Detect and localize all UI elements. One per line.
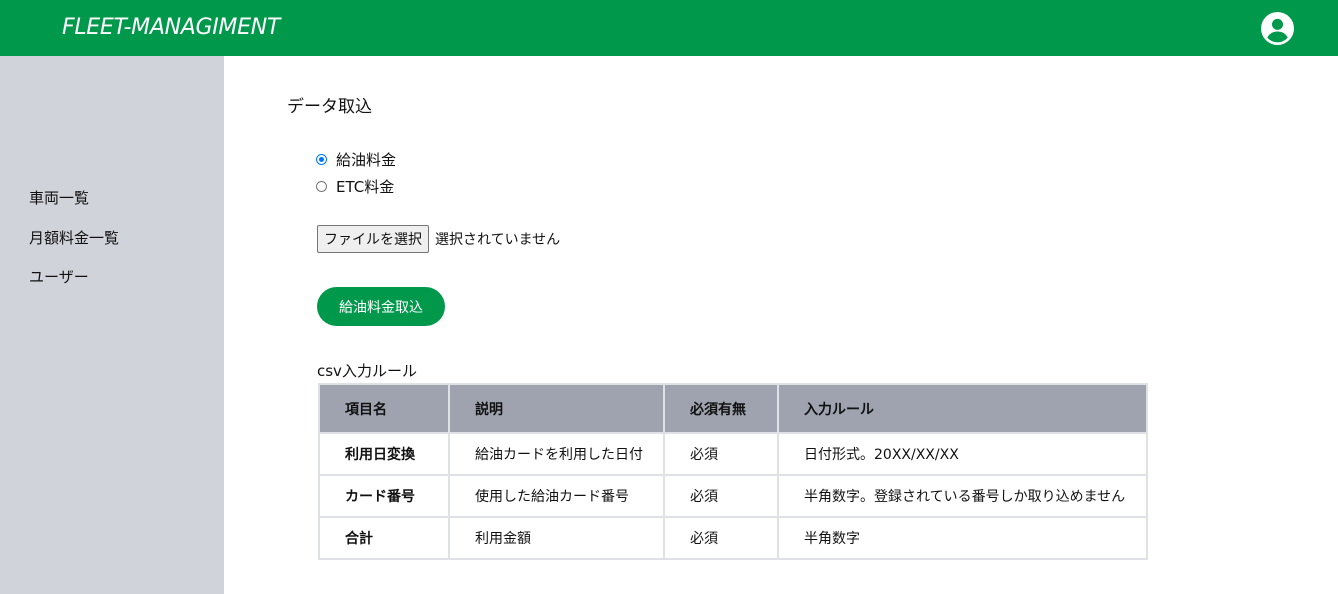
radio-fuel-fee-option[interactable]: 給油料金 xyxy=(316,149,396,169)
account-circle-icon[interactable] xyxy=(1261,12,1294,45)
table-caption: csv入力ルール xyxy=(317,362,417,380)
table-row: 合計 利用金額 必須 半角数字 xyxy=(318,516,1148,560)
radio-fuel-fee-label[interactable]: 給油料金 xyxy=(336,149,396,170)
radio-etc-fee-label[interactable]: ETC料金 xyxy=(336,176,394,197)
table-cell: 日付形式。20XX/XX/XX xyxy=(777,432,1148,476)
table-cell: 半角数字。登録されている番号しか取り込めません xyxy=(777,474,1148,518)
file-status: 選択されていません xyxy=(435,232,561,248)
table-cell: カード番号 xyxy=(318,474,450,518)
main-content: データ取込 給油料金 ETC料金 ファイルを選択 選択されていません 給油料金取… xyxy=(224,56,1338,594)
import-fuel-fee-button[interactable]: 給油料金取込 xyxy=(317,287,445,326)
table-cell: 利用日変換 xyxy=(318,432,450,476)
column-header: 入力ルール xyxy=(777,383,1148,434)
table-header-row: 項目名 説明 必須有無 入力ルール xyxy=(318,383,1148,434)
table-row: 利用日変換 給油カードを利用した日付 必須 日付形式。20XX/XX/XX xyxy=(318,432,1148,476)
column-header: 項目名 xyxy=(318,383,450,434)
sidebar: 車両一覧 月額料金一覧 ユーザー xyxy=(0,56,224,594)
sidebar-item-monthly-fee-list[interactable]: 月額料金一覧 xyxy=(29,227,119,248)
table-cell: 必須 xyxy=(663,474,779,518)
radio-etc-fee-option[interactable]: ETC料金 xyxy=(316,176,394,196)
csv-rules-table: 項目名 説明 必須有無 入力ルール 利用日変換 給油カードを利用した日付 必須 … xyxy=(318,383,1148,560)
radio-etc-fee[interactable] xyxy=(316,180,327,192)
table-row: カード番号 使用した給油カード番号 必須 半角数字。登録されている番号しか取り込… xyxy=(318,474,1148,518)
radio-fuel-fee[interactable] xyxy=(316,153,327,165)
table-cell: 利用金額 xyxy=(448,516,665,560)
page-title: データ取込 xyxy=(287,97,372,117)
column-header: 必須有無 xyxy=(663,383,779,434)
choose-file-button[interactable]: ファイルを選択 xyxy=(317,225,429,253)
sidebar-item-vehicle-list[interactable]: 車両一覧 xyxy=(29,187,89,208)
table-cell: 必須 xyxy=(663,516,779,560)
column-header: 説明 xyxy=(448,383,665,434)
app-brand[interactable]: FLEET-MANAGIMENT xyxy=(62,15,280,40)
top-bar: FLEET-MANAGIMENT xyxy=(0,0,1338,56)
table-cell: 半角数字 xyxy=(777,516,1148,560)
file-input[interactable]: ファイルを選択 選択されていません xyxy=(317,224,560,254)
table-cell: 使用した給油カード番号 xyxy=(448,474,665,518)
sidebar-item-users[interactable]: ユーザー xyxy=(29,266,89,287)
table-cell: 必須 xyxy=(663,432,779,476)
table-cell: 給油カードを利用した日付 xyxy=(448,432,665,476)
table-cell: 合計 xyxy=(318,516,450,560)
